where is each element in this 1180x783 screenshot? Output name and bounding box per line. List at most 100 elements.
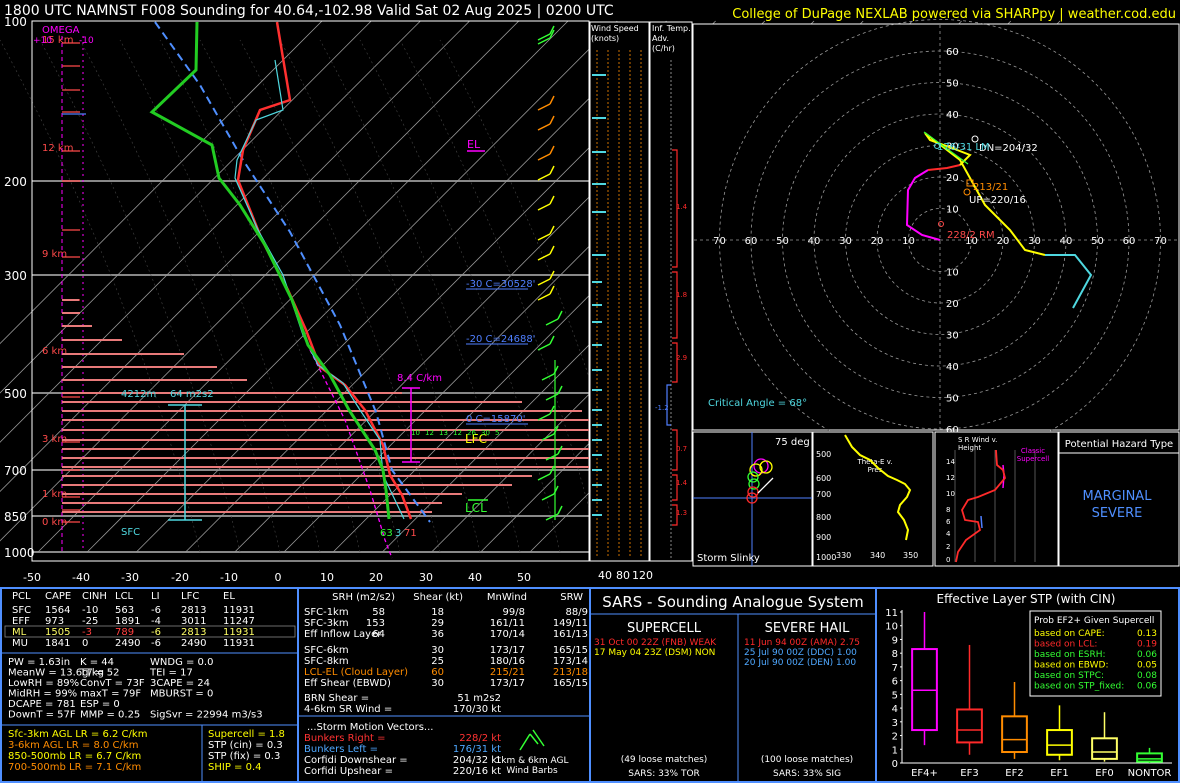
kinematic-cell: 165/15 <box>553 645 588 656</box>
thermo-cell: 789 <box>115 627 134 638</box>
kinematic-cell: 161/11 <box>490 618 525 629</box>
hazard-value: SEVERE <box>1092 506 1143 521</box>
thermo-cell: 2813 <box>181 605 206 616</box>
lcl-label: LCL <box>465 501 487 515</box>
index-value: ConvT = 73F <box>80 678 145 689</box>
slinky-title: Storm Slinky <box>697 553 760 564</box>
sr-wind-value: 170/30 kt <box>453 704 501 715</box>
thermo-cell: -6 <box>151 638 161 649</box>
thermo-cell: -4 <box>151 616 161 627</box>
kinematic-cell: 170/14 <box>490 629 525 640</box>
kinematic-cell: 30 <box>431 678 444 689</box>
thermo-cell: 11931 <box>223 605 255 616</box>
kinematic-header: Shear (kt) <box>413 592 463 603</box>
kinematic-cell: 173/17 <box>490 645 525 656</box>
thermo-header: CAPE <box>45 591 71 602</box>
thermo-cell: 973 <box>45 616 64 627</box>
storm-vector-value: 228/2 kt <box>459 733 501 744</box>
thermo-cell: MU <box>12 638 28 649</box>
pressure-label: 200 <box>4 175 27 189</box>
index-value: maxT = 79F <box>80 689 141 700</box>
temp-adv-value: -1.2 <box>655 404 669 412</box>
omega-scale: -10 <box>79 36 94 46</box>
kinematic-cell: 173/17 <box>490 678 525 689</box>
srwind-y-label: 12 <box>946 474 955 482</box>
composite-index: Supercell = 1.8 <box>208 729 285 740</box>
thermo-header: EL <box>223 591 235 602</box>
parcel-number: 5 <box>495 429 499 437</box>
sfc-label: SFC <box>121 527 140 538</box>
hail-title: SEVERE HAIL <box>765 621 850 636</box>
stp-legend-value: 0.08 <box>1137 671 1157 681</box>
hail-match: 20 Jul 90 00Z (DEN) 1.00 <box>744 658 856 668</box>
thermo-cell: 0 <box>82 638 88 649</box>
stp-legend-value: 0.13 <box>1137 629 1157 639</box>
storm-motion-title: ...Storm Motion Vectors... <box>307 722 433 733</box>
supercell-match: 31 Oct 00 22Z (FNB) WEAK <box>594 638 717 648</box>
hail-prob: SARS: 33% SIG <box>773 769 841 779</box>
wind-speed-panel: Wind Speed (knots) 40 80 120 <box>589 21 653 582</box>
pressure-label: 1000 <box>4 546 35 560</box>
hodograph-ring-label: 20 <box>946 173 959 184</box>
thermo-cell: EFF <box>12 616 30 627</box>
theta-x-label: 330 <box>836 551 851 560</box>
stp-box <box>1001 715 1028 754</box>
temp-adv-value: 0.7 <box>676 445 687 453</box>
lapse-rate: 700-500mb LR = 7.1 C/km <box>8 762 141 773</box>
sfc-temp-value: 71 <box>404 528 417 539</box>
kinematic-header: MnWind <box>487 592 527 603</box>
kinematic-row-label: SFC-3km <box>304 618 349 629</box>
sars-panel: SARS - Sounding Analogue System SUPERCEL… <box>594 593 864 779</box>
temp-label: -20 <box>171 571 189 584</box>
index-value: MidRH = 99% <box>8 689 77 700</box>
sr-wind-label: 4-6km SR Wind = <box>304 704 392 715</box>
temp-adv-value: 1.8 <box>676 291 687 299</box>
parcel-number: 13 <box>439 429 448 437</box>
temp-advection-panel: Inf. Temp. Adv. (C/hr) 1.4 1.8 2.9 0.7 1… <box>649 21 693 562</box>
kinematic-cell: 88/9 <box>566 607 588 618</box>
stp-y-tick: 8 <box>892 649 898 660</box>
thermo-cell: -6 <box>151 605 161 616</box>
thermo-cell: 3011 <box>181 616 206 627</box>
thermo-cell: 11247 <box>223 616 255 627</box>
agl-barb <box>519 733 531 751</box>
stp-y-tick: 2 <box>892 732 898 743</box>
hodograph-ring-label: 40 <box>946 110 959 121</box>
stp-y-tick: 3 <box>892 718 898 729</box>
index-value: MBURST = 0 <box>150 689 213 700</box>
kinematic-cell: 99/8 <box>503 607 525 618</box>
stp-box <box>1046 729 1073 756</box>
temp-label: 10 <box>320 571 334 584</box>
storm-vector-label: Corfidi Downshear = <box>304 755 408 766</box>
stp-box <box>1136 752 1163 763</box>
hodograph-ring-label: 60 <box>946 47 959 58</box>
hail-match: 11 Jun 94 00Z (AMA) 2.75 <box>744 638 860 648</box>
parcel-number: 10 <box>411 429 420 437</box>
stp-category-label: EF0 <box>1095 768 1113 779</box>
index-value: TEI = 17 <box>149 668 193 679</box>
brn-shear-value: 51 m2s2 <box>457 693 501 704</box>
supercell-prob: SARS: 33% TOR <box>628 769 700 779</box>
slinky-angle: 75 deg <box>775 437 810 448</box>
index-value: DCAPE = 781 <box>8 699 76 710</box>
thermo-cell: -10 <box>82 605 98 616</box>
height-label: 6 km <box>42 346 67 357</box>
thermo-cell: 1891 <box>115 616 140 627</box>
kinematic-table: SRH (m2/s2) Shear (kt) MnWind SRWSFC-1km 58 1… <box>304 592 588 777</box>
index-value: SigSvr = 22994 m3/s3 <box>150 710 263 721</box>
stp-panel: Effective Layer STP (with CIN) 0 1 2 3 4 5 6 7 8… <box>885 592 1172 779</box>
sfc-dewpoint-value: 63 <box>380 528 393 539</box>
srwind-y-label: 10 <box>946 490 955 498</box>
storm-vector-value: 204/32 kt <box>453 755 501 766</box>
index-value: DownT = 57F <box>8 710 76 721</box>
hodograph-axis-label: 70 <box>1154 236 1167 247</box>
kinematic-row-label: Eff Shear (EBWD) <box>304 678 391 689</box>
thermo-cell: 11931 <box>223 638 255 649</box>
corfidi-upshear-label: UP=220/16 <box>969 195 1026 206</box>
thermo-cell: 1841 <box>45 638 70 649</box>
stp-legend-value: 0.06 <box>1137 682 1157 692</box>
stp-legend-value: 0.05 <box>1137 661 1157 671</box>
supercell-title: SUPERCELL <box>627 621 702 636</box>
sfc-wetbulb-value: 3 <box>395 528 401 539</box>
hodograph-axis-label: 20 <box>997 236 1010 247</box>
